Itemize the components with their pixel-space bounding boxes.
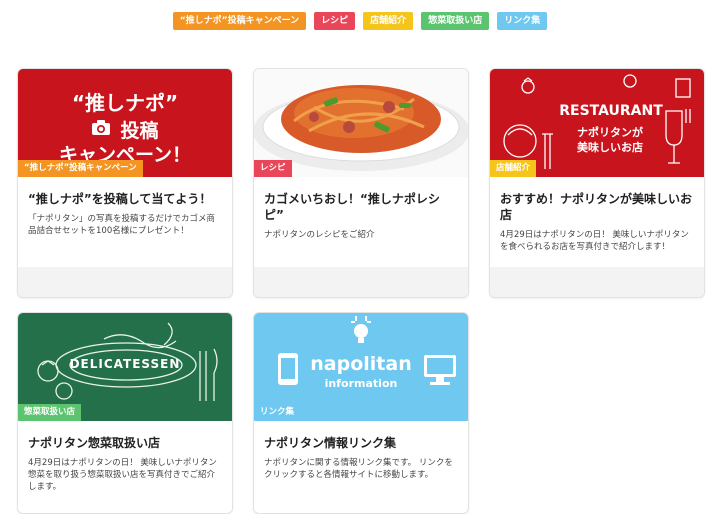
card-description: 4月29日はナポリタンの日！ 美味しいナポリタンを食べられるお店を写真付きで紹介…: [500, 230, 689, 252]
tag-recipe[interactable]: レシピ: [314, 12, 356, 30]
card-recipe[interactable]: レシピ カゴメいちおし！“推しナポレシピ” ナポリタンのレシピをご紹介: [253, 68, 469, 298]
card-deli[interactable]: DELICATESSEN 惣菜取扱い店 ナポリタン惣菜取扱い店 4月29日はナポ…: [17, 312, 233, 514]
card-links[interactable]: napolitan information リンク集 ナポリタン情報リンク集 ナ…: [253, 312, 469, 514]
card-title[interactable]: ナポリタン情報リンク集: [264, 435, 458, 451]
campaign-image-line1: “推しナポ”: [71, 91, 179, 115]
card-title[interactable]: おすすめ！ナポリタンが美味しいお店: [500, 191, 694, 223]
tag-deli[interactable]: 惣菜取扱い店: [421, 12, 490, 30]
deli-image-line1: DELICATESSEN: [69, 357, 181, 371]
links-image: napolitan information リンク集: [254, 313, 468, 421]
card-footer: [254, 267, 468, 297]
card-title[interactable]: カゴメいちおし！“推しナポレシピ”: [264, 191, 458, 223]
napolitan-photo: レシピ: [254, 69, 468, 177]
card-label: “推しナポ”投稿キャンペーン: [18, 160, 143, 177]
card-footer: [18, 267, 232, 297]
card-label: 惣菜取扱い店: [18, 404, 82, 421]
restaurant-image-line3: 美味しいお店: [577, 141, 643, 154]
deli-image: DELICATESSEN 惣菜取扱い店: [18, 313, 232, 421]
card-restaurant[interactable]: RESTAURANT ナポリタンが 美味しいお店 店舗紹介 おすすめ！ナポリタン…: [489, 68, 705, 298]
category-tags: “推しナポ”投稿キャンペーン レシピ 店舗紹介 惣菜取扱い店 リンク集: [0, 12, 720, 30]
card-footer: [490, 267, 704, 297]
card-description: 4月29日はナポリタンの日！ 美味しいナポリタン惣菜を取り扱う惣菜取扱い店を写真…: [28, 458, 217, 492]
card-description: ナポリタンに関する情報リンク集です。 リンクをクリックすると各情報サイトに移動し…: [264, 458, 453, 480]
card-label: 店舗紹介: [490, 160, 537, 177]
card-title[interactable]: ナポリタン惣菜取扱い店: [28, 435, 222, 451]
tag-restaurant[interactable]: 店舗紹介: [363, 12, 414, 30]
links-image-line2: information: [324, 377, 398, 390]
card-description: ナポリタンのレシピをご紹介: [264, 230, 375, 240]
card-label: レシピ: [254, 160, 292, 177]
campaign-image-line2-row: 投稿: [18, 116, 232, 143]
card-description: 「ナポリタン」の写真を投稿するだけでカゴメ商品詰合せセットを100名様にプレゼン…: [28, 214, 216, 236]
card-campaign[interactable]: “推しナポ” 投稿 キャンペーン！ “推しナポ”投稿キャンペーン “推しナポ”を…: [17, 68, 233, 298]
camera-icon: [91, 119, 111, 140]
restaurant-image-line1: RESTAURANT: [559, 103, 663, 119]
card-label: リンク集: [254, 404, 301, 421]
tag-campaign[interactable]: “推しナポ”投稿キャンペーン: [172, 12, 307, 30]
restaurant-image-line2: ナポリタンが: [577, 126, 643, 139]
tag-links[interactable]: リンク集: [497, 12, 548, 30]
campaign-image-line2: 投稿: [120, 120, 159, 142]
campaign-image: “推しナポ” 投稿 キャンペーン！ “推しナポ”投稿キャンペーン: [18, 69, 232, 177]
restaurant-image: RESTAURANT ナポリタンが 美味しいお店 店舗紹介: [490, 69, 704, 177]
links-image-line1: napolitan: [310, 353, 412, 375]
card-title[interactable]: “推しナポ”を投稿して当てよう！: [28, 191, 222, 207]
